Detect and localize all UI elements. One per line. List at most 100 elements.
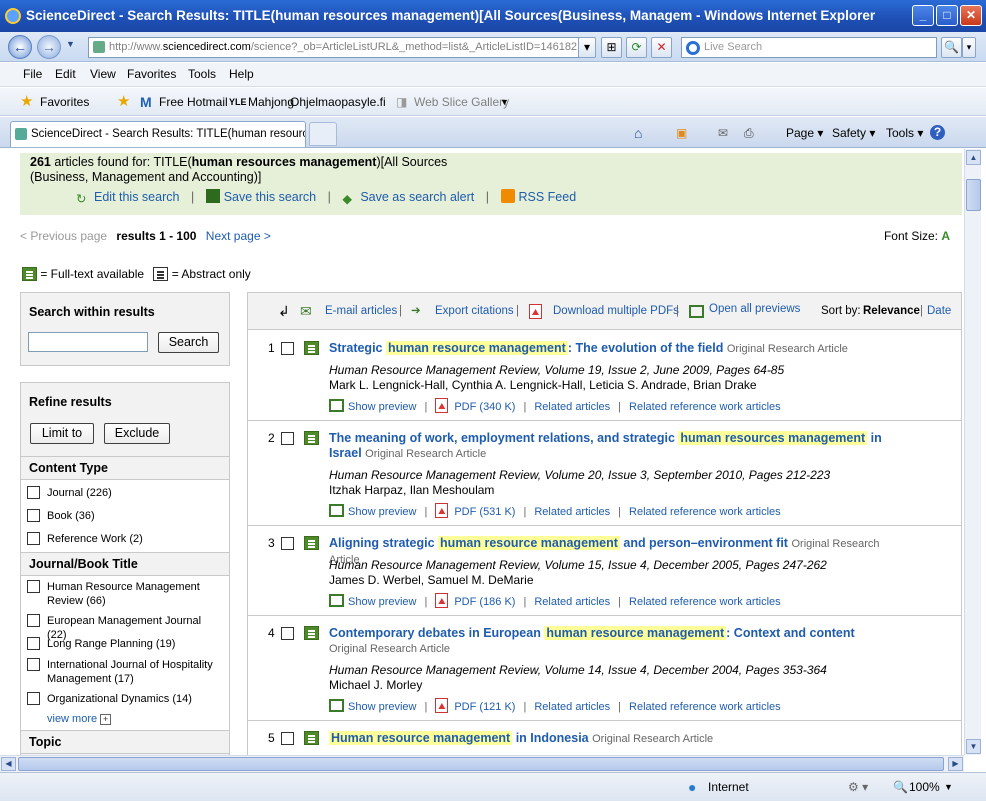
fav-free-hotmail[interactable]: Free Hotmail [159, 88, 228, 116]
pdf-link[interactable]: PDF (340 K) [454, 401, 515, 413]
result-checkbox[interactable] [281, 732, 294, 745]
fav-mahjong[interactable]: Mahjong [248, 88, 294, 116]
show-preview-link[interactable]: Show preview [348, 701, 416, 713]
result-checkbox[interactable] [281, 537, 294, 550]
related-articles-link[interactable]: Related articles [534, 506, 610, 518]
scroll-down-icon[interactable]: ▼ [966, 739, 981, 754]
menu-favorites[interactable]: Favorites [127, 63, 176, 86]
save-search-link[interactable]: Save this search [224, 190, 316, 204]
web-slice-dropdown-icon[interactable]: ▼ [500, 88, 509, 116]
font-size-icon[interactable]: A [941, 229, 950, 243]
safety-menu[interactable]: Safety ▾ [832, 123, 875, 143]
scroll-left-icon[interactable]: ◀ [1, 757, 16, 771]
vertical-scroll-thumb[interactable] [966, 179, 981, 211]
show-preview-link[interactable]: Show preview [348, 401, 416, 413]
sort-relevance[interactable]: Relevance [863, 293, 920, 330]
related-articles-link[interactable]: Related articles [534, 401, 610, 413]
pdf-link[interactable]: PDF (531 K) [454, 506, 515, 518]
result-checkbox[interactable] [281, 342, 294, 355]
result-checkbox[interactable] [281, 432, 294, 445]
history-dropdown-icon[interactable]: ▼ [66, 39, 75, 49]
mail-icon[interactable]: ✉ [718, 123, 728, 143]
search-options-button[interactable]: ▾ [962, 37, 976, 58]
compatibility-view-button[interactable]: ⊞ [601, 37, 622, 58]
show-preview-link[interactable]: Show preview [348, 506, 416, 518]
show-preview-link[interactable]: Show preview [348, 596, 416, 608]
filter-hrm-review[interactable]: Human Resource Management Review (66) [27, 580, 223, 608]
horizontal-scroll-thumb[interactable] [18, 757, 944, 771]
refresh-button[interactable]: ⟳ [626, 37, 647, 58]
email-articles-link[interactable]: E-mail articles [325, 293, 397, 330]
result-title-link[interactable]: Human resource management in Indonesia O… [329, 731, 889, 747]
filter-book[interactable]: Book (36) [27, 509, 223, 523]
filter-hospitality-mgmt[interactable]: International Journal of Hospitality Man… [27, 658, 223, 686]
back-button[interactable]: ← [8, 35, 32, 59]
rss-feed-link[interactable]: RSS Feed [519, 190, 577, 204]
yle-logo: YLE [229, 97, 247, 107]
forward-button[interactable]: → [37, 35, 61, 59]
feeds-icon[interactable]: ▣ [676, 123, 687, 143]
fav-web-slice-gallery[interactable]: Web Slice Gallery [414, 88, 509, 116]
add-favorites-icon[interactable]: ★ [117, 88, 130, 116]
filter-org-dynamics[interactable]: Organizational Dynamics (14) [27, 692, 223, 706]
vertical-scrollbar[interactable]: ▲ ▼ [964, 149, 981, 755]
scroll-up-icon[interactable]: ▲ [966, 150, 981, 165]
result-title-link[interactable]: Strategic human resource management: The… [329, 341, 889, 357]
fav-ohjelmaopas[interactable]: Ohjelmaopas [290, 88, 361, 116]
stop-button[interactable]: ✕ [651, 37, 672, 58]
filter-reference-work[interactable]: Reference Work (2) [27, 532, 223, 546]
protected-mode-icon[interactable]: ⚙ ▾ [848, 773, 868, 801]
search-go-icon[interactable]: 🔍 [941, 37, 962, 58]
maximize-button[interactable]: □ [936, 5, 958, 26]
result-title-link[interactable]: The meaning of work, employment relation… [329, 431, 889, 462]
horizontal-scrollbar[interactable]: ◀ ▶ [0, 755, 964, 772]
exclude-button[interactable]: Exclude [104, 423, 170, 444]
tools-menu[interactable]: Tools ▾ [886, 123, 923, 143]
address-dropdown-button[interactable]: ▾ [578, 37, 596, 58]
pdf-link[interactable]: PDF (121 K) [454, 701, 515, 713]
export-citations-link[interactable]: Export citations [435, 293, 514, 330]
sort-date-link[interactable]: Date [927, 293, 951, 330]
menu-view[interactable]: View [90, 63, 116, 86]
related-reference-link[interactable]: Related reference work articles [629, 701, 781, 713]
search-within-input[interactable] [28, 332, 148, 352]
related-reference-link[interactable]: Related reference work articles [629, 596, 781, 608]
view-more-link[interactable]: view more + [47, 713, 112, 725]
minimize-button[interactable]: _ [912, 5, 934, 26]
related-articles-link[interactable]: Related articles [534, 596, 610, 608]
limit-to-button[interactable]: Limit to [30, 423, 94, 444]
print-icon[interactable]: ⎙ [744, 123, 754, 143]
related-reference-link[interactable]: Related reference work articles [629, 506, 781, 518]
new-tab-button[interactable] [309, 122, 337, 146]
menu-edit[interactable]: Edit [55, 63, 76, 86]
fav-yle[interactable]: yle.fi [361, 88, 386, 116]
scroll-right-icon[interactable]: ▶ [948, 757, 963, 771]
next-page-link[interactable]: Next page > [206, 229, 271, 243]
menu-file[interactable]: File [23, 63, 42, 86]
related-reference-link[interactable]: Related reference work articles [629, 401, 781, 413]
zoom-dropdown-icon[interactable]: ▼ [944, 773, 953, 801]
result-title-link[interactable]: Contemporary debates in European human r… [329, 626, 889, 657]
edit-search-link[interactable]: Edit this search [94, 190, 179, 204]
filter-long-range-planning[interactable]: Long Range Planning (19) [27, 637, 223, 651]
related-articles-link[interactable]: Related articles [534, 701, 610, 713]
search-within-button[interactable]: Search [158, 332, 219, 353]
result-checkbox[interactable] [281, 627, 294, 640]
close-window-button[interactable]: ✕ [960, 5, 982, 26]
menu-tools[interactable]: Tools [188, 63, 216, 86]
live-search-input[interactable]: Live Search [681, 37, 937, 58]
tab-sciencedirect[interactable]: ScienceDirect - Search Results: TITLE(hu… [10, 121, 306, 147]
favorites-button[interactable]: Favorites [40, 88, 89, 116]
home-icon[interactable]: ⌂ [634, 123, 642, 143]
pdf-link[interactable]: PDF (186 K) [454, 596, 515, 608]
zoom-level[interactable]: 100% [909, 773, 940, 801]
menu-help[interactable]: Help [229, 63, 254, 86]
address-bar[interactable]: http://www.sciencedirect.com/science?_ob… [88, 37, 595, 58]
previous-page-link[interactable]: < Previous page [20, 229, 107, 243]
open-previews-link[interactable]: Open all previews [709, 291, 800, 328]
page-menu[interactable]: Page ▾ [786, 123, 823, 143]
save-alert-link[interactable]: Save as search alert [360, 190, 474, 204]
filter-journal[interactable]: Journal (226) [27, 486, 223, 500]
download-pdfs-link[interactable]: Download multiple PDFs [553, 293, 679, 330]
help-icon[interactable]: ? [930, 125, 945, 140]
